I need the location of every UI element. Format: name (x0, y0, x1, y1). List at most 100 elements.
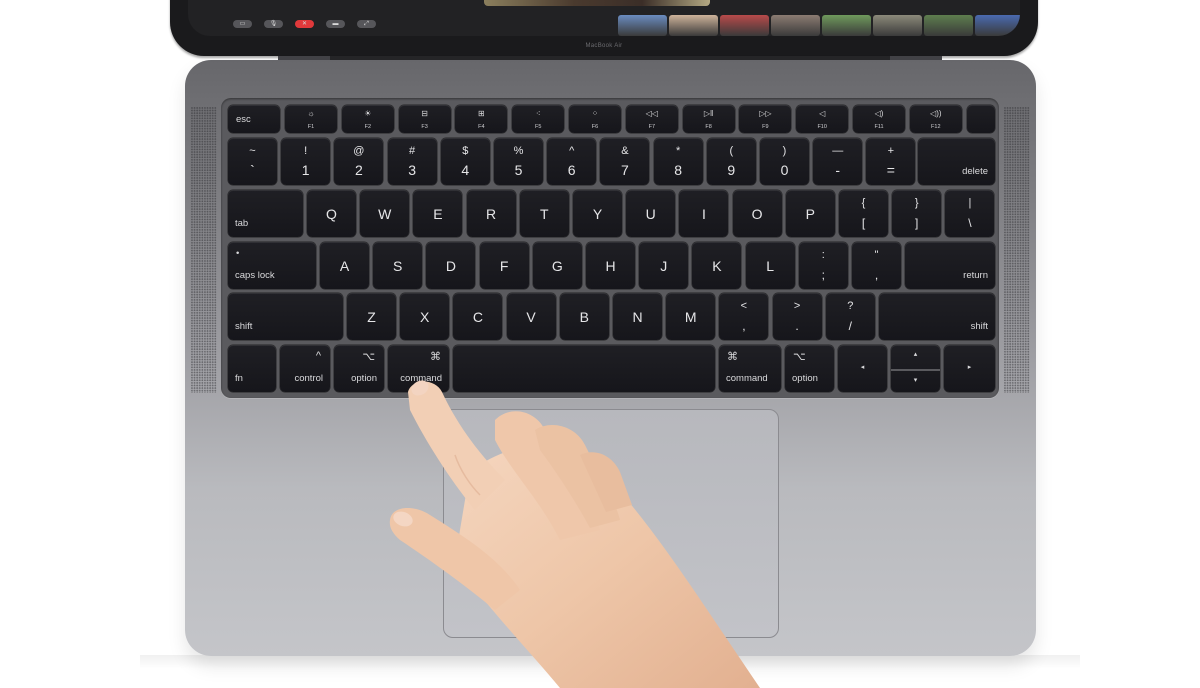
key-q[interactable]: Q (307, 190, 356, 237)
key-x[interactable]: X (400, 293, 450, 340)
key-f1[interactable]: ☼ F1 (285, 105, 337, 133)
key-num-5[interactable]: % 5 (494, 138, 543, 185)
key-m[interactable]: M (666, 293, 716, 340)
key-f11[interactable]: ◁) F11 (853, 105, 905, 133)
key-j[interactable]: J (639, 242, 689, 289)
key-num-0[interactable]: ) 0 (760, 138, 809, 185)
key-b[interactable]: B (559, 293, 609, 340)
key-punct-bottom-0[interactable]: <, (719, 293, 769, 340)
effects-button[interactable]: ⤢ (357, 20, 376, 28)
key-f7[interactable]: ◁◁ F7 (625, 105, 678, 133)
key-command-right[interactable]: ⌘ command (719, 345, 781, 392)
participant-thumbnail[interactable] (822, 15, 871, 36)
key-o[interactable]: O (732, 190, 782, 237)
key-f9[interactable]: ▷▷ F9 (739, 105, 792, 133)
key-return[interactable]: return (905, 242, 995, 289)
participant-thumbnail[interactable] (618, 15, 667, 36)
key-h[interactable]: H (586, 242, 635, 289)
key-y[interactable]: Y (573, 190, 622, 237)
key-arrow-left[interactable]: ◂ (838, 345, 887, 392)
key-f4[interactable]: ⊞ F4 (455, 105, 508, 133)
key-punct-0[interactable]: :; (798, 242, 848, 289)
key-caps-lock[interactable]: • caps lock (228, 242, 316, 289)
key-c[interactable]: C (453, 293, 503, 340)
trackpad[interactable] (443, 409, 779, 638)
key-f5[interactable]: ⁖ F5 (512, 105, 565, 133)
key-num-1[interactable]: ! 1 (281, 138, 331, 185)
key-shift-right[interactable]: shift (879, 293, 995, 340)
key-legend: I (701, 205, 706, 222)
key-arrow-up-down: ▴ ▾ (891, 345, 940, 392)
participant-thumbnail[interactable] (720, 15, 769, 36)
key-num-7[interactable]: & 7 (600, 138, 650, 185)
key-num--[interactable]: — - (813, 138, 863, 185)
key-num-8[interactable]: * 8 (653, 138, 703, 185)
key-legend: 8 (674, 162, 682, 178)
microphone-button[interactable]: 🎙 (264, 20, 283, 28)
key-k[interactable]: K (692, 242, 742, 289)
key-command-left[interactable]: ⌘ command (388, 345, 449, 392)
key-tab[interactable]: tab (228, 190, 303, 237)
participant-thumbnail[interactable] (924, 15, 973, 36)
key-delete[interactable]: delete (918, 138, 995, 185)
key-backtick[interactable]: ~ ` (228, 138, 277, 185)
key-p[interactable]: P (785, 190, 835, 237)
key-legend: | (968, 197, 972, 209)
key-num-4[interactable]: $4 (440, 138, 490, 185)
key-arrow-right[interactable]: ▸ (944, 345, 995, 392)
key-f12[interactable]: ◁)) F12 (909, 105, 962, 133)
key-f2[interactable]: ☀ F2 (341, 105, 394, 133)
key-space[interactable] (453, 345, 715, 392)
key-f[interactable]: F (479, 242, 529, 289)
key-a[interactable]: A (320, 242, 369, 289)
key-num-2[interactable]: @2 (334, 138, 384, 185)
key-f10[interactable]: ◁ F10 (796, 105, 849, 133)
participant-thumbnail[interactable] (873, 15, 922, 36)
participant-thumbnail[interactable] (771, 15, 820, 36)
key-fn[interactable]: fn (228, 345, 276, 392)
key-u[interactable]: U (626, 190, 676, 237)
participant-thumbnail[interactable] (975, 15, 1020, 36)
key-w[interactable]: W (360, 190, 410, 237)
key-arrow-down[interactable]: ▾ (891, 369, 940, 393)
key-f6[interactable]: ⁘ F6 (569, 105, 621, 133)
key-i[interactable]: I (679, 190, 729, 237)
key-label: F1 (307, 124, 315, 130)
key-t[interactable]: T (519, 190, 569, 237)
mute-icon: ◁ (819, 109, 826, 118)
key-f8[interactable]: ▷‖ F8 (682, 105, 735, 133)
key-g[interactable]: G (532, 242, 582, 289)
end-call-button[interactable]: ✕ (295, 20, 314, 28)
key-num-=[interactable]: + = (866, 138, 916, 185)
key-shift-left[interactable]: shift (228, 293, 343, 340)
key-arrow-up[interactable]: ▴ (891, 345, 940, 369)
key-control[interactable]: ^ control (280, 345, 330, 392)
key-bracket-1[interactable]: }] (892, 190, 942, 237)
key-legend: 0 (780, 162, 789, 178)
key-option-right[interactable]: ⌥ option (785, 345, 834, 392)
key-l[interactable]: L (745, 242, 795, 289)
key-esc[interactable]: esc (228, 105, 280, 133)
key-r[interactable]: R (466, 190, 516, 237)
key-n[interactable]: N (613, 293, 662, 340)
key-f3[interactable]: ⊟ F3 (398, 105, 451, 133)
camera-button[interactable]: ▬ (326, 20, 345, 28)
key-punct-1[interactable]: ", (852, 242, 901, 289)
key-legend: ~ (249, 145, 256, 157)
key-v[interactable]: V (506, 293, 556, 340)
key-z[interactable]: Z (347, 293, 396, 340)
key-option-left[interactable]: ⌥ option (334, 345, 384, 392)
key-e[interactable]: E (413, 190, 463, 237)
key-bracket-0[interactable]: {[ (839, 190, 888, 237)
key-bracket-2[interactable]: | \ (945, 190, 995, 237)
key-num-6[interactable]: ^ 6 (547, 138, 597, 185)
key-d[interactable]: D (426, 242, 476, 289)
screen-share-button[interactable]: ▭ (233, 20, 252, 28)
key-num-3[interactable]: #3 (387, 138, 437, 185)
participant-thumbnail[interactable] (669, 15, 718, 36)
key-num-9[interactable]: (9 (706, 138, 756, 185)
key-s[interactable]: S (373, 242, 423, 289)
key-punct-bottom-2[interactable]: ? / (825, 293, 875, 340)
key-punct-bottom-1[interactable]: >. (772, 293, 822, 340)
touch-id-button[interactable] (967, 105, 995, 133)
